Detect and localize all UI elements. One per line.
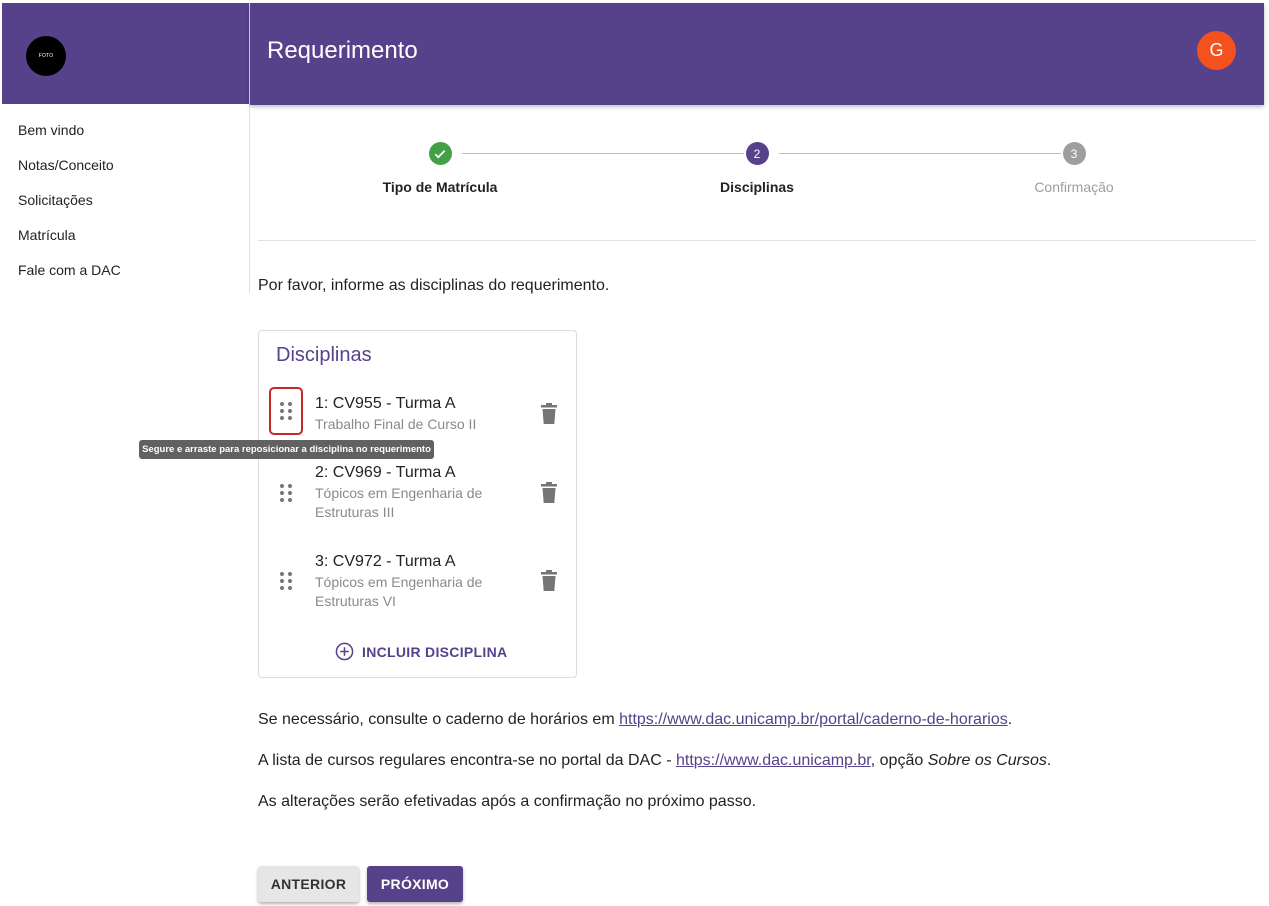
step-number: 2 xyxy=(745,142,769,165)
item-subtitle: Tópicos em Engenharia de Estruturas III xyxy=(315,485,483,520)
sobre-os-cursos-text: Sobre os Cursos xyxy=(927,752,1047,769)
drag-handle-icon[interactable] xyxy=(269,387,303,435)
card-title: Disciplinas xyxy=(276,344,372,366)
step-number: 3 xyxy=(1062,142,1086,165)
stepper: Tipo de Matrícula 2 Disciplinas 3 Confir… xyxy=(258,140,1256,241)
sidebar: FOTO Bem vindo Notas/Conceito Solicitaçõ… xyxy=(2,3,250,293)
intro-text: Por favor, informe as disciplinas do req… xyxy=(258,277,610,294)
sidebar-item-bem-vindo[interactable]: Bem vindo xyxy=(2,118,249,153)
drag-tooltip: Segure e arraste para reposicionar a dis… xyxy=(139,440,434,459)
sidebar-nav: Bem vindo Notas/Conceito Solicitações Ma… xyxy=(2,104,249,293)
sidebar-header: FOTO xyxy=(2,3,249,104)
info-paragraph-horarios: Se necessário, consulte o caderno de hor… xyxy=(258,711,1012,729)
step-label: Tipo de Matrícula xyxy=(382,179,498,195)
add-disciplina-label: INCLUIR DISCIPLINA xyxy=(362,643,508,660)
add-circle-icon xyxy=(335,642,354,661)
photo-label: FOTO xyxy=(38,53,54,59)
sidebar-item-solicitacoes[interactable]: Solicitações xyxy=(2,188,249,223)
item-title: 3: CV972 - Turma A xyxy=(315,553,456,570)
disciplinas-card: Disciplinas 1: CV955 - Turma A Trabalho … xyxy=(258,330,577,678)
sidebar-item-matricula[interactable]: Matrícula xyxy=(2,223,249,258)
user-avatar[interactable]: G xyxy=(1197,31,1236,70)
step-tipo-de-matricula: Tipo de Matrícula xyxy=(340,142,540,195)
page-title: Requerimento xyxy=(267,37,418,64)
previous-button[interactable]: ANTERIOR xyxy=(258,866,359,902)
info-paragraph-cursos: A lista de cursos regulares encontra-se … xyxy=(258,752,1051,770)
check-icon xyxy=(428,142,452,165)
info-text: A lista de cursos regulares encontra-se … xyxy=(258,752,676,769)
dac-portal-link[interactable]: https://www.dac.unicamp.br xyxy=(676,752,871,769)
item-subtitle: Tópicos em Engenharia de Estruturas VI xyxy=(315,574,483,609)
delete-icon[interactable] xyxy=(540,570,558,592)
profile-photo: FOTO xyxy=(26,36,66,76)
drag-handle-icon[interactable] xyxy=(269,557,303,605)
app-header: Requerimento G xyxy=(250,3,1264,105)
delete-icon[interactable] xyxy=(540,482,558,504)
delete-icon[interactable] xyxy=(540,403,558,425)
sidebar-item-notas-conceito[interactable]: Notas/Conceito xyxy=(2,153,249,188)
step-label: Disciplinas xyxy=(720,179,794,195)
drag-handle-icon[interactable] xyxy=(269,469,303,517)
item-subtitle: Trabalho Final de Curso II xyxy=(315,416,477,432)
item-title: 1: CV955 - Turma A xyxy=(315,395,456,412)
info-paragraph-alteracoes: As alterações serão efetivadas após a co… xyxy=(258,793,757,810)
info-text: . xyxy=(1046,752,1052,769)
info-text: Se necessário, consulte o caderno de hor… xyxy=(258,711,620,728)
next-button[interactable]: PRÓXIMO xyxy=(367,866,463,902)
sidebar-item-fale-com-a-dac[interactable]: Fale com a DAC xyxy=(2,258,249,293)
step-confirmacao: 3 Confirmação xyxy=(974,142,1174,195)
add-disciplina-button[interactable]: INCLUIR DISCIPLINA xyxy=(335,642,507,661)
caderno-horarios-link[interactable]: https://www.dac.unicamp.br/portal/cadern… xyxy=(619,711,1008,728)
info-text: , opção xyxy=(870,752,928,769)
step-disciplinas: 2 Disciplinas xyxy=(657,142,857,195)
step-label: Confirmação xyxy=(1034,179,1114,195)
info-text: . xyxy=(1007,711,1013,728)
item-title: 2: CV969 - Turma A xyxy=(315,464,456,481)
